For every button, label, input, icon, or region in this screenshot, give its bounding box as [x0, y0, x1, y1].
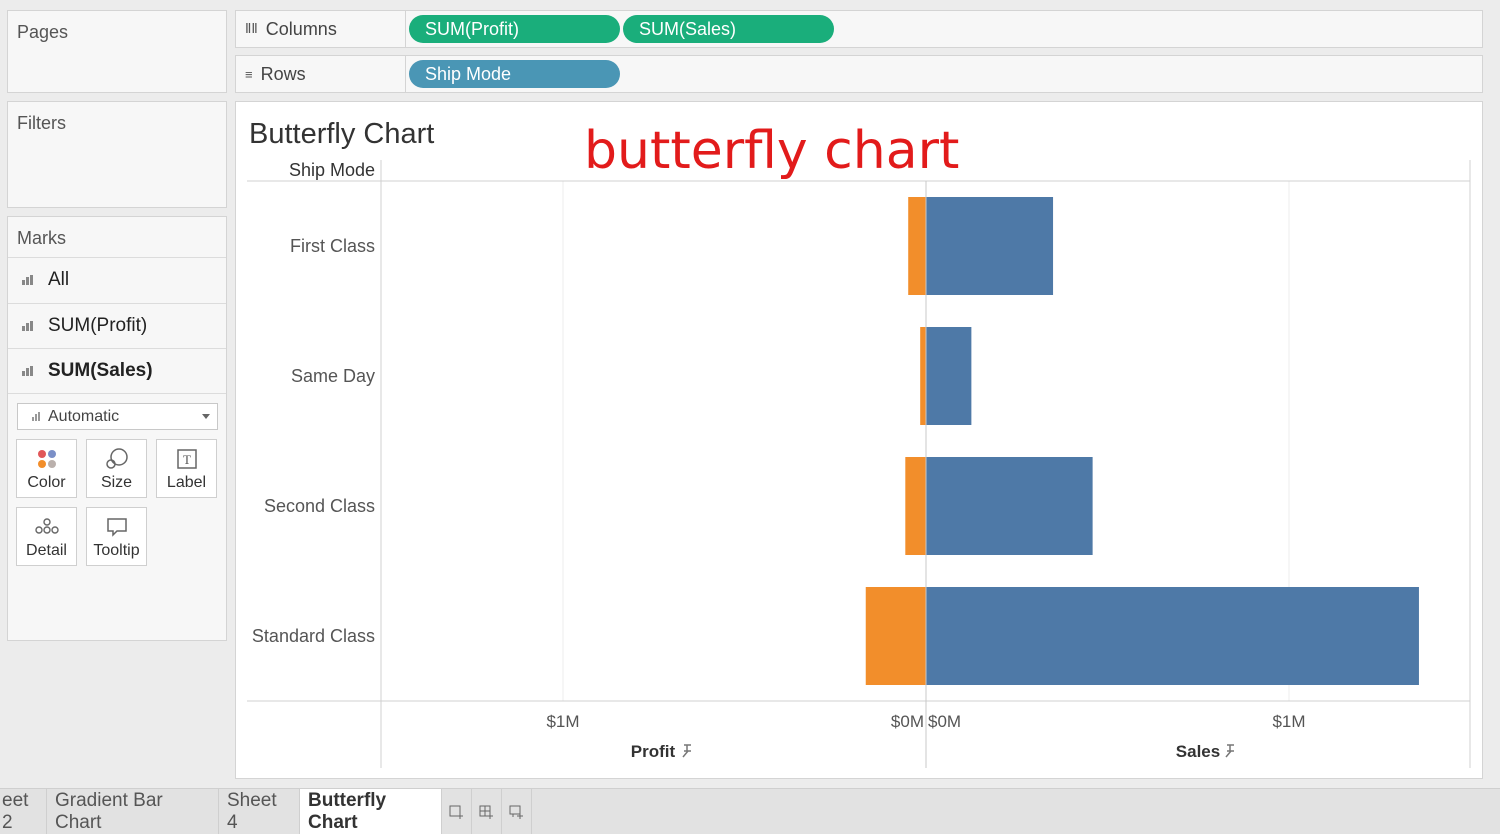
- sales-axis-title: Sales: [1176, 742, 1220, 761]
- category-label: Second Class: [264, 496, 375, 516]
- sales-bar: [926, 587, 1419, 685]
- sales-bar: [926, 327, 972, 425]
- tab-gradient-bar-chart[interactable]: Gradient Bar Chart: [47, 789, 219, 834]
- tab-sheet-2[interactable]: eet 2: [0, 789, 47, 834]
- tab-butterfly-chart[interactable]: Butterfly Chart: [300, 789, 442, 834]
- sales-bar: [926, 197, 1054, 295]
- row-header-title: Ship Mode: [289, 160, 375, 180]
- profit-bar: [920, 327, 926, 425]
- tab-sheet-4[interactable]: Sheet 4: [219, 789, 300, 834]
- pin-icon: [1225, 744, 1234, 758]
- category-label: Same Day: [291, 366, 375, 386]
- new-dashboard-icon[interactable]: [472, 789, 502, 834]
- pin-icon: [682, 744, 691, 758]
- profit-bar: [865, 587, 926, 685]
- new-worksheet-icon[interactable]: [442, 789, 472, 834]
- category-label: Standard Class: [252, 626, 375, 646]
- category-label: First Class: [290, 236, 375, 256]
- sheet-tab-bar: eet 2 Gradient Bar Chart Sheet 4 Butterf…: [0, 788, 1500, 834]
- profit-tick-label: $0M: [891, 712, 924, 731]
- sales-bar: [926, 457, 1093, 555]
- butterfly-chart: Ship Mode First Class Same Day Second Class…: [247, 160, 1471, 768]
- profit-axis-title: Profit: [631, 742, 676, 761]
- new-story-icon[interactable]: [502, 789, 532, 834]
- sales-tick-label: $1M: [1272, 712, 1305, 731]
- profit-tick-label: $1M: [546, 712, 579, 731]
- profit-bar: [908, 197, 926, 295]
- profit-bar: [905, 457, 926, 555]
- sales-tick-label: $0M: [928, 712, 961, 731]
